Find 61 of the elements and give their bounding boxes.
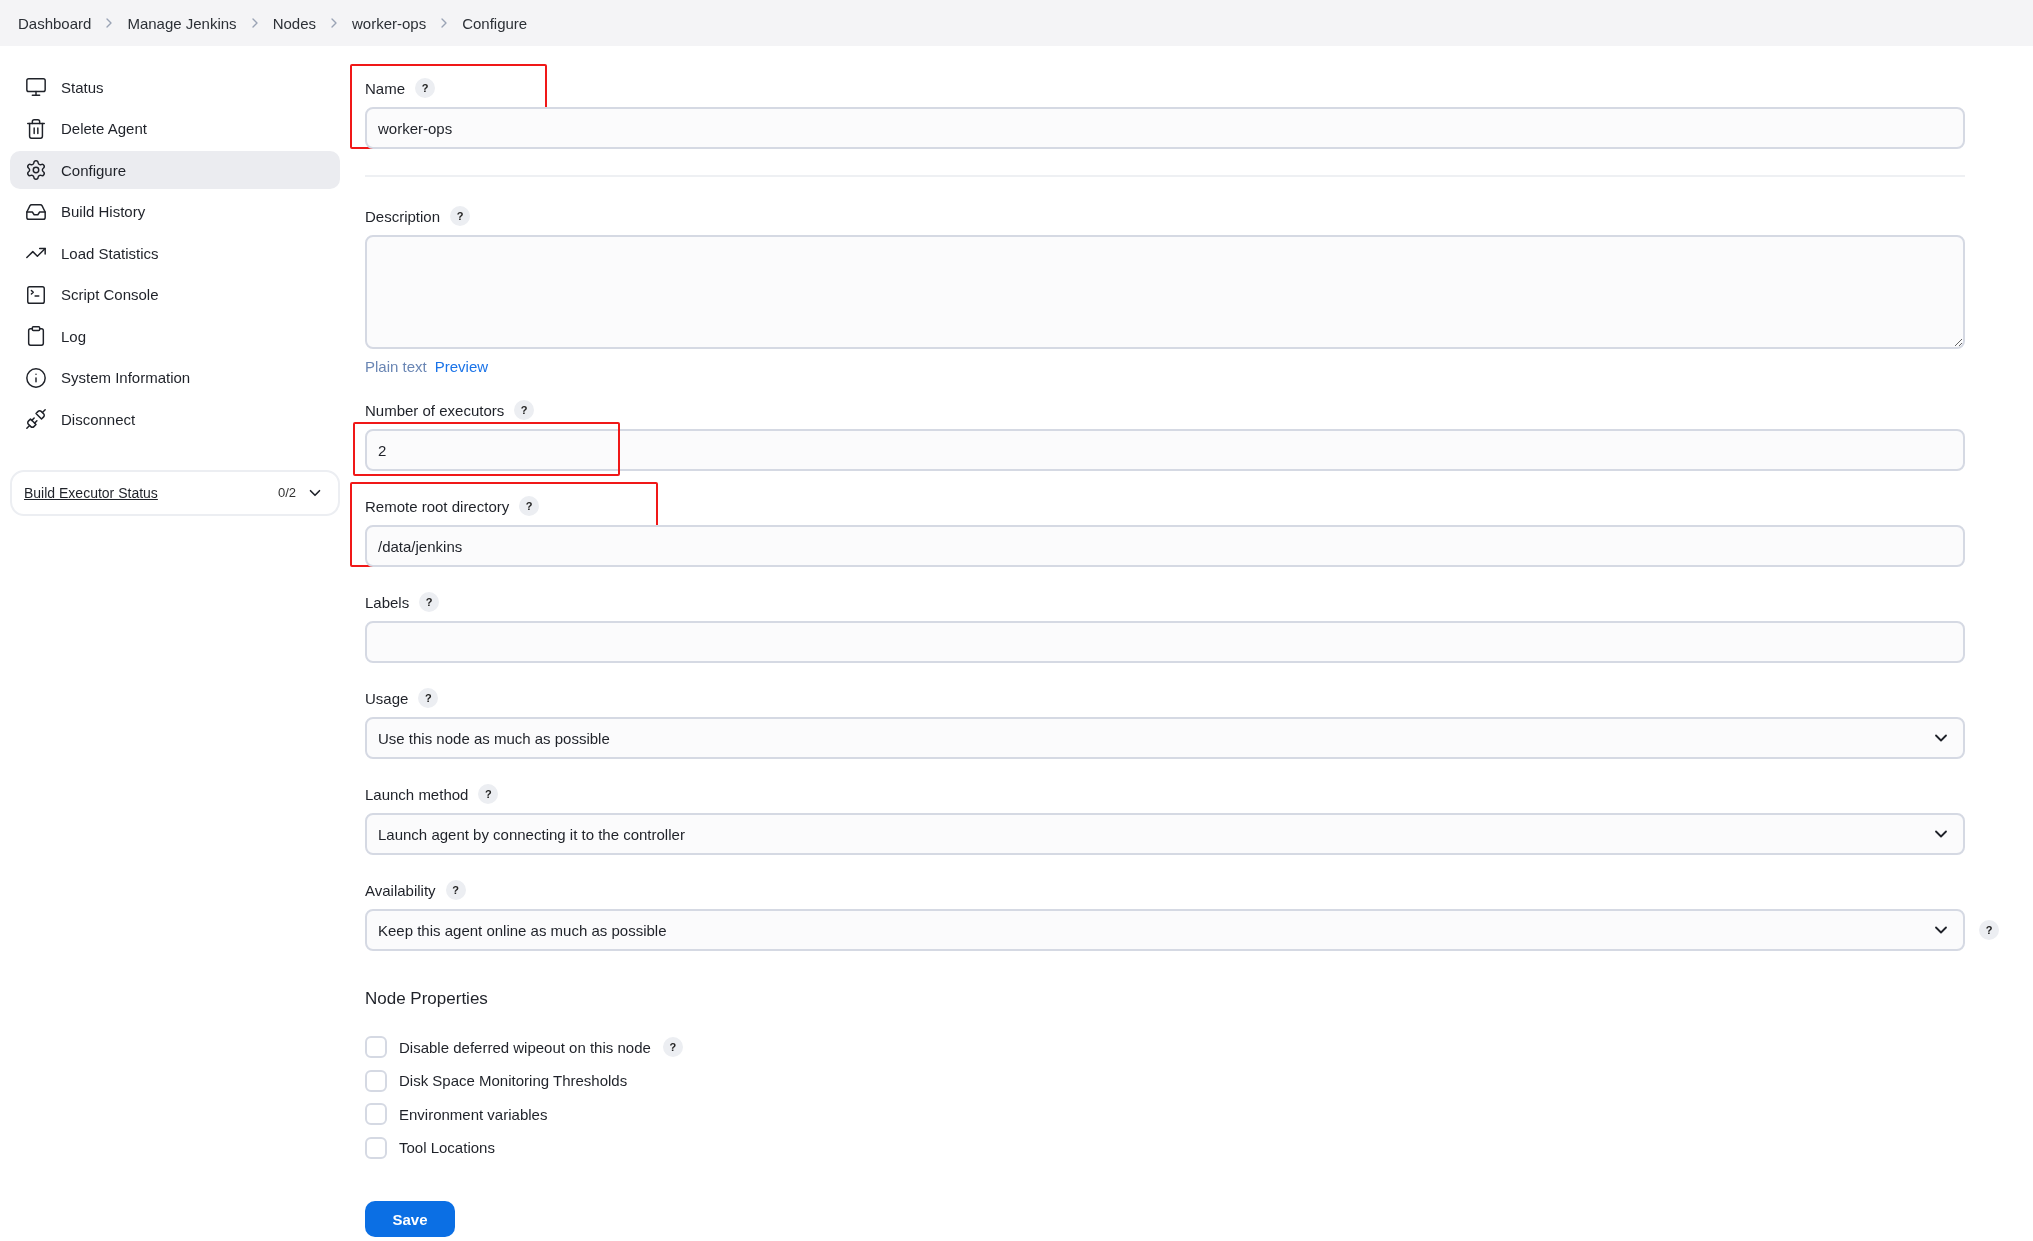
checkbox[interactable] bbox=[365, 1136, 387, 1159]
select-field[interactable]: Use this node as much as possible bbox=[365, 717, 1965, 759]
sidebar-item[interactable]: Disconnect bbox=[10, 400, 340, 438]
clipboard-icon bbox=[25, 325, 47, 347]
help-icon[interactable]: ? bbox=[662, 1037, 683, 1057]
checkbox[interactable] bbox=[365, 1036, 387, 1058]
help-icon[interactable]: ? bbox=[519, 496, 540, 516]
info-icon bbox=[25, 366, 47, 389]
section-heading: Node Properties bbox=[365, 989, 489, 1009]
help-icon[interactable]: ? bbox=[450, 206, 471, 226]
help-icon[interactable]: ? bbox=[418, 688, 439, 708]
save-button[interactable]: Save bbox=[365, 1201, 455, 1237]
field-label: Description bbox=[365, 207, 441, 225]
field-label: Usage bbox=[365, 689, 409, 707]
sidebar-item[interactable]: Load Statistics bbox=[10, 234, 340, 272]
textarea-field[interactable] bbox=[365, 235, 1965, 349]
breadcrumb-link[interactable]: Configure bbox=[462, 14, 528, 32]
checkbox-label: Tool Locations bbox=[399, 1139, 495, 1156]
preview-link[interactable]: Preview bbox=[434, 358, 489, 375]
help-icon[interactable]: ? bbox=[445, 880, 466, 900]
sidebar-item[interactable]: Script Console bbox=[10, 275, 340, 314]
text-field[interactable]: 2 bbox=[365, 429, 1965, 471]
field-label: Launch method bbox=[365, 785, 469, 803]
select-field[interactable]: Keep this agent online as much as possible bbox=[365, 909, 1965, 951]
help-icon[interactable]: ? bbox=[514, 400, 535, 420]
sidebar-item[interactable]: Delete Agent bbox=[10, 109, 340, 148]
sidebar-item[interactable]: Status bbox=[10, 68, 340, 106]
sidebar-item[interactable]: System Information bbox=[10, 358, 340, 397]
text-field[interactable] bbox=[365, 621, 1965, 663]
breadcrumb-link[interactable]: Dashboard bbox=[18, 14, 92, 32]
help-icon[interactable]: ? bbox=[1979, 920, 1999, 940]
breadcrumb-link[interactable]: Nodes bbox=[272, 14, 316, 32]
help-icon[interactable]: ? bbox=[415, 78, 435, 98]
checkbox[interactable] bbox=[365, 1103, 387, 1125]
checkbox-label: Disable deferred wipeout on this node bbox=[399, 1038, 651, 1056]
breadcrumb-link[interactable]: Manage Jenkins bbox=[127, 14, 237, 32]
executor-status-link[interactable]: Build Executor Status bbox=[24, 484, 268, 501]
checkbox[interactable] bbox=[365, 1069, 387, 1092]
format-label: Plain text bbox=[365, 358, 427, 375]
sidebar-item[interactable]: Build History bbox=[10, 192, 340, 231]
field-label: Name bbox=[365, 79, 405, 97]
monitor-icon bbox=[25, 76, 47, 98]
terminal-icon bbox=[25, 283, 47, 306]
field-label: Labels bbox=[365, 593, 410, 611]
executor-count: 0/2 bbox=[277, 485, 296, 500]
sidebar-item[interactable]: Configure bbox=[10, 151, 340, 189]
field-label: Availability bbox=[365, 881, 436, 899]
text-field[interactable]: worker-ops bbox=[365, 107, 1965, 149]
help-icon[interactable]: ? bbox=[478, 784, 499, 804]
checkbox-label: Environment variables bbox=[399, 1105, 548, 1123]
select-field[interactable]: Launch agent by connecting it to the controller bbox=[365, 813, 1965, 855]
field-label: Number of executors bbox=[365, 401, 505, 419]
text-field[interactable]: /data/jenkins bbox=[365, 525, 1965, 567]
help-icon[interactable]: ? bbox=[419, 592, 440, 612]
field-label: Remote root directory bbox=[365, 497, 510, 515]
checkbox-label: Disk Space Monitoring Thresholds bbox=[399, 1072, 628, 1089]
trash-icon bbox=[25, 117, 47, 140]
breadcrumb-link[interactable]: worker-ops bbox=[352, 14, 427, 32]
sidebar-item[interactable]: Log bbox=[10, 317, 340, 355]
unplug-icon bbox=[25, 408, 47, 430]
settings-icon bbox=[25, 159, 47, 181]
